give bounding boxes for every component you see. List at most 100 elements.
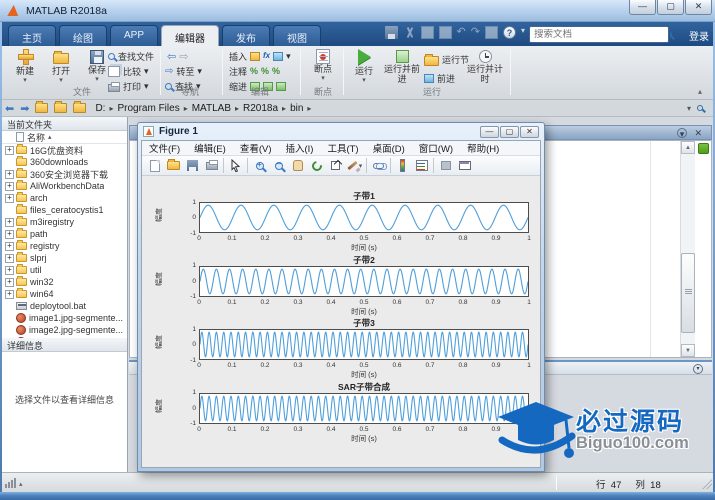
- ribbon-tab[interactable]: APP: [110, 25, 158, 46]
- save-icon[interactable]: [385, 26, 398, 39]
- cut-icon[interactable]: [403, 26, 416, 39]
- breakpoints-button[interactable]: 断点▾: [305, 49, 341, 84]
- run-time-button[interactable]: 运行并计时: [466, 49, 504, 84]
- collapse-ribbon-icon[interactable]: ▴: [693, 87, 707, 96]
- breadcrumb-segment[interactable]: bin: [288, 103, 305, 114]
- run-section-button[interactable]: 运行节: [424, 53, 469, 66]
- file-item[interactable]: +16G优盘资料: [2, 144, 127, 156]
- figure-menu-item[interactable]: 插入(I): [278, 141, 320, 155]
- zoom-in-icon[interactable]: [250, 157, 269, 174]
- window-icon[interactable]: [455, 157, 474, 174]
- search-input[interactable]: [530, 29, 670, 40]
- breadcrumb-segment[interactable]: MATLAB: [190, 103, 233, 114]
- file-item[interactable]: +win64: [2, 288, 127, 300]
- address-search-icon[interactable]: [697, 105, 703, 111]
- file-item[interactable]: +slprj: [2, 252, 127, 264]
- file-item[interactable]: +360安全浏览器下载: [2, 168, 127, 180]
- print-icon[interactable]: [202, 157, 221, 174]
- close-icon[interactable]: ✕: [520, 126, 539, 138]
- ribbon-tab[interactable]: 绘图: [59, 25, 107, 46]
- forward-icon[interactable]: ➡: [20, 102, 29, 115]
- compare-button[interactable]: 比较 ▾: [108, 65, 149, 78]
- file-item[interactable]: 360downloads: [2, 156, 127, 168]
- expand-icon[interactable]: +: [5, 230, 14, 239]
- figure-menu-item[interactable]: 桌面(D): [366, 141, 412, 155]
- expand-icon[interactable]: +: [5, 290, 14, 299]
- run-advance-button[interactable]: 运行并前进: [383, 49, 421, 84]
- resize-grip-icon[interactable]: [702, 479, 712, 489]
- new-script-button[interactable]: 新建▾: [8, 49, 42, 86]
- expand-icon[interactable]: +: [5, 218, 14, 227]
- scroll-up-icon[interactable]: ▲: [681, 141, 695, 154]
- data-cursor-icon[interactable]: [326, 157, 345, 174]
- paste-icon[interactable]: [439, 26, 452, 39]
- cursor-icon[interactable]: [226, 157, 245, 174]
- figure-menu-item[interactable]: 窗口(W): [412, 141, 460, 155]
- insert-row[interactable]: 插入 fx ▾: [229, 50, 291, 63]
- file-item[interactable]: +AliWorkbenchData: [2, 180, 127, 192]
- expand-icon[interactable]: +: [5, 266, 14, 275]
- close-icon[interactable]: ✕: [685, 0, 712, 15]
- folder-up-icon[interactable]: [35, 103, 48, 113]
- address-dropdown-icon[interactable]: ▾: [687, 104, 691, 113]
- run-button[interactable]: 运行▾: [349, 49, 379, 86]
- file-item[interactable]: image3.jpg-segmente...: [2, 336, 127, 338]
- file-item[interactable]: +path: [2, 228, 127, 240]
- panel-close-icon[interactable]: ✕: [694, 128, 702, 138]
- panel-menu-icon[interactable]: ▾: [677, 128, 687, 138]
- expand-icon[interactable]: +: [5, 146, 14, 155]
- legend-icon[interactable]: [412, 157, 431, 174]
- figure-menu-item[interactable]: 工具(T): [320, 141, 365, 155]
- expand-icon[interactable]: +: [5, 254, 14, 263]
- status-grip-icon[interactable]: ▴: [5, 478, 23, 488]
- panel-menu-icon[interactable]: ▾: [693, 364, 703, 374]
- goto-button[interactable]: ⇨转至 ▾: [165, 65, 202, 78]
- pan-icon[interactable]: [288, 157, 307, 174]
- open-button[interactable]: 打开▾: [44, 49, 78, 86]
- dock-icon[interactable]: [436, 157, 455, 174]
- breadcrumb-segment[interactable]: Program Files: [115, 103, 181, 114]
- name-column-header[interactable]: 名称 ▴: [2, 131, 127, 144]
- forward-icon[interactable]: ⇨: [179, 51, 188, 63]
- search-icon[interactable]: [670, 32, 672, 38]
- file-item[interactable]: image2.jpg-segmente...: [2, 324, 127, 336]
- open-icon[interactable]: [164, 157, 183, 174]
- ribbon-tab[interactable]: 发布: [222, 25, 270, 46]
- minimize-icon[interactable]: —: [629, 0, 656, 15]
- expand-icon[interactable]: +: [5, 278, 14, 287]
- browse-folder-icon[interactable]: [54, 103, 67, 113]
- figure-titlebar[interactable]: Figure 1 — ▢ ✕: [138, 123, 544, 140]
- login-button[interactable]: 登录: [689, 28, 709, 43]
- file-item[interactable]: +m3iregistry: [2, 216, 127, 228]
- file-item[interactable]: +arch: [2, 192, 127, 204]
- code-analyzer-indicator[interactable]: [698, 143, 709, 154]
- restore-icon[interactable]: ▢: [657, 0, 684, 15]
- file-item[interactable]: +registry: [2, 240, 127, 252]
- minimize-icon[interactable]: —: [480, 126, 499, 138]
- brush-icon[interactable]: ▾: [345, 157, 364, 174]
- copy-icon[interactable]: [421, 26, 434, 39]
- ribbon-tab[interactable]: 主页: [8, 25, 56, 46]
- figure-menu-item[interactable]: 查看(V): [233, 141, 279, 155]
- file-item[interactable]: image1.jpg-segmente...: [2, 312, 127, 324]
- breadcrumb-segment[interactable]: R2018a: [241, 103, 280, 114]
- figure-menu-item[interactable]: 文件(F): [142, 141, 187, 155]
- breadcrumb-segment[interactable]: D:: [93, 103, 107, 114]
- comment-row[interactable]: 注释 % % %: [229, 65, 280, 78]
- expand-icon[interactable]: +: [5, 194, 14, 203]
- undo-icon[interactable]: ↶: [457, 26, 466, 39]
- figure-menu-item[interactable]: 编辑(E): [187, 141, 233, 155]
- colorbar-icon[interactable]: [393, 157, 412, 174]
- restore-icon[interactable]: ▢: [500, 126, 519, 138]
- ribbon-tab[interactable]: 编辑器: [161, 25, 219, 46]
- expand-icon[interactable]: +: [5, 242, 14, 251]
- editor-scrollbar[interactable]: ▲ ▼: [680, 141, 695, 357]
- expand-icon[interactable]: +: [5, 170, 14, 179]
- find-files-button[interactable]: 查找文件: [108, 50, 154, 63]
- figure-menu-item[interactable]: 帮助(H): [460, 141, 506, 155]
- link-plots-icon[interactable]: [369, 157, 388, 174]
- help-icon[interactable]: ?: [503, 26, 516, 39]
- desktop-icon[interactable]: [485, 26, 498, 39]
- ribbon-tab[interactable]: 视图: [273, 25, 321, 46]
- file-item[interactable]: +util: [2, 264, 127, 276]
